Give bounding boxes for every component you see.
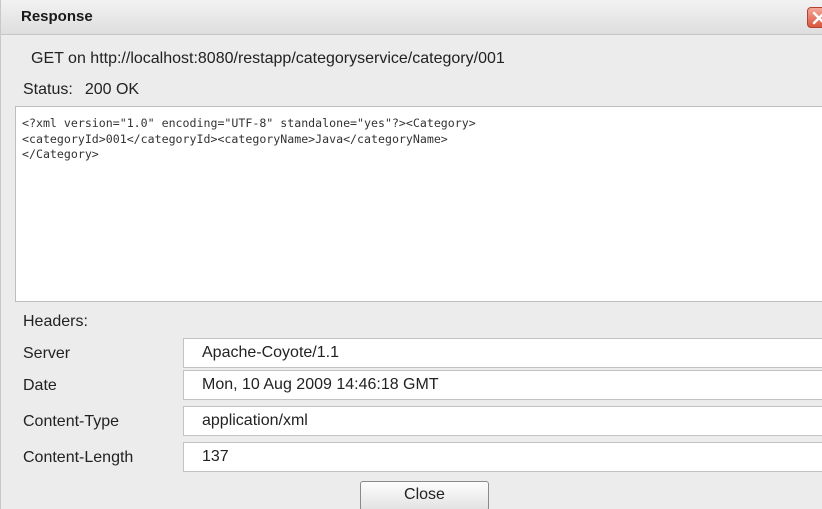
response-dialog: Response GET on http://localhost:8080/re…: [0, 0, 822, 509]
dialog-title: Response: [21, 8, 93, 25]
request-line: GET on http://localhost:8080/restapp/cat…: [31, 50, 505, 67]
header-name-content-length: Content-Length: [23, 449, 134, 466]
header-value-server[interactable]: Apache-Coyote/1.1: [183, 338, 822, 368]
header-value-content-type[interactable]: application/xml: [183, 406, 822, 436]
close-button[interactable]: Close: [360, 481, 489, 509]
header-value-content-length[interactable]: 137: [183, 442, 822, 472]
response-body-textarea[interactable]: <?xml version="1.0" encoding="UTF-8" sta…: [15, 106, 822, 302]
status-value: 200 OK: [84, 81, 140, 98]
status-label: Status:: [23, 81, 73, 98]
headers-label: Headers:: [23, 313, 88, 330]
header-name-server: Server: [23, 345, 71, 362]
header-name-content-type: Content-Type: [23, 413, 120, 430]
header-name-date: Date: [23, 377, 57, 394]
status-row: Status: 200 OK: [23, 81, 139, 99]
close-icon[interactable]: [807, 7, 822, 28]
title-bar: Response: [1, 0, 822, 35]
header-value-date[interactable]: Mon, 10 Aug 2009 14:46:18 GMT: [183, 370, 822, 400]
